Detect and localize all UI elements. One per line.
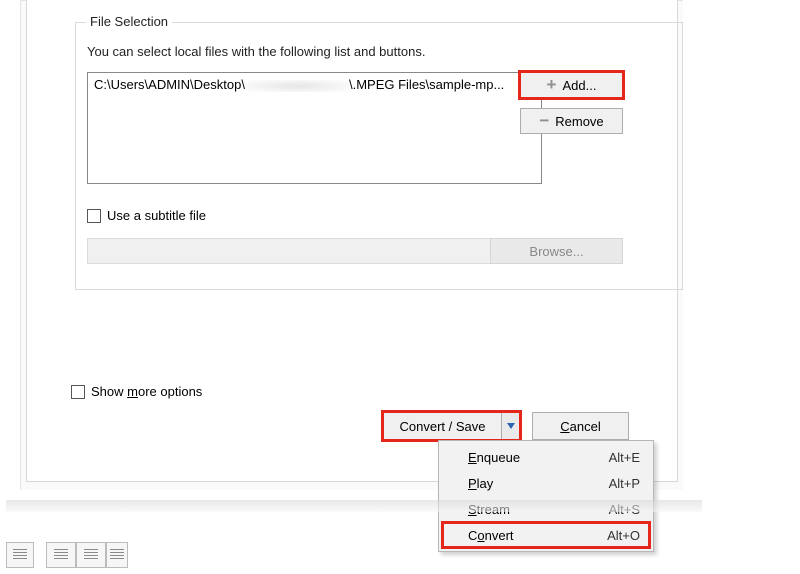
- toolbar-icon[interactable]: [46, 542, 76, 568]
- groupbox-legend: File Selection: [86, 14, 172, 29]
- convert-dropdown-menu: Enqueue Alt+E Play Alt+P Stream Alt+S Co…: [438, 440, 654, 552]
- file-path-prefix: C:\Users\ADMIN\Desktop\: [94, 77, 245, 92]
- convert-save-button[interactable]: Convert / Save: [383, 412, 520, 440]
- footer-buttons: Convert / Save Cancel: [383, 412, 629, 440]
- browse-button-label: Browse...: [529, 244, 583, 259]
- dialog-shadow: [6, 500, 702, 512]
- file-entry[interactable]: C:\Users\ADMIN\Desktop\ \.MPEG Files\samp…: [94, 77, 535, 92]
- redacted-segment: [245, 80, 349, 92]
- subtitle-path-field: [87, 238, 524, 264]
- menu-item-label: Convert: [468, 528, 607, 543]
- add-button-label: Add...: [562, 78, 596, 93]
- show-more-options-label: Show more options: [91, 384, 202, 399]
- open-media-panel: File Selection You can select local file…: [26, 0, 678, 482]
- toolbar-icon[interactable]: [6, 542, 34, 568]
- file-list[interactable]: C:\Users\ADMIN\Desktop\ \.MPEG Files\samp…: [87, 72, 542, 184]
- subtitle-checkbox-label: Use a subtitle file: [107, 208, 206, 223]
- cancel-button-label: Cancel: [560, 419, 600, 434]
- add-button[interactable]: + Add...: [520, 72, 623, 98]
- menu-item-convert[interactable]: Convert Alt+O: [442, 522, 650, 548]
- menu-item-label: Play: [468, 476, 609, 491]
- menu-item-play[interactable]: Play Alt+P: [442, 470, 650, 496]
- subtitle-checkbox[interactable]: [87, 209, 101, 223]
- remove-button[interactable]: − Remove: [520, 108, 623, 134]
- menu-item-shortcut: Alt+O: [607, 528, 640, 543]
- menu-item-enqueue[interactable]: Enqueue Alt+E: [442, 444, 650, 470]
- menu-item-shortcut: Alt+P: [609, 476, 640, 491]
- subtitle-checkbox-row[interactable]: Use a subtitle file: [87, 208, 206, 223]
- show-more-options-checkbox[interactable]: [71, 385, 85, 399]
- remove-button-label: Remove: [555, 114, 603, 129]
- chevron-down-icon: [507, 423, 515, 429]
- convert-save-label: Convert / Save: [384, 419, 501, 434]
- file-selection-hint: You can select local files with the foll…: [87, 44, 425, 59]
- convert-save-dropdown[interactable]: [501, 413, 519, 439]
- browse-button: Browse...: [490, 238, 623, 264]
- cancel-button[interactable]: Cancel: [532, 412, 629, 440]
- toolbar-icon[interactable]: [76, 542, 106, 568]
- menu-item-label: Enqueue: [468, 450, 609, 465]
- file-path-suffix: \.MPEG Files\sample-mp...: [349, 77, 504, 92]
- show-more-options-row[interactable]: Show more options: [71, 384, 202, 399]
- menu-item-shortcut: Alt+E: [609, 450, 640, 465]
- toolbar-icon[interactable]: [106, 542, 128, 568]
